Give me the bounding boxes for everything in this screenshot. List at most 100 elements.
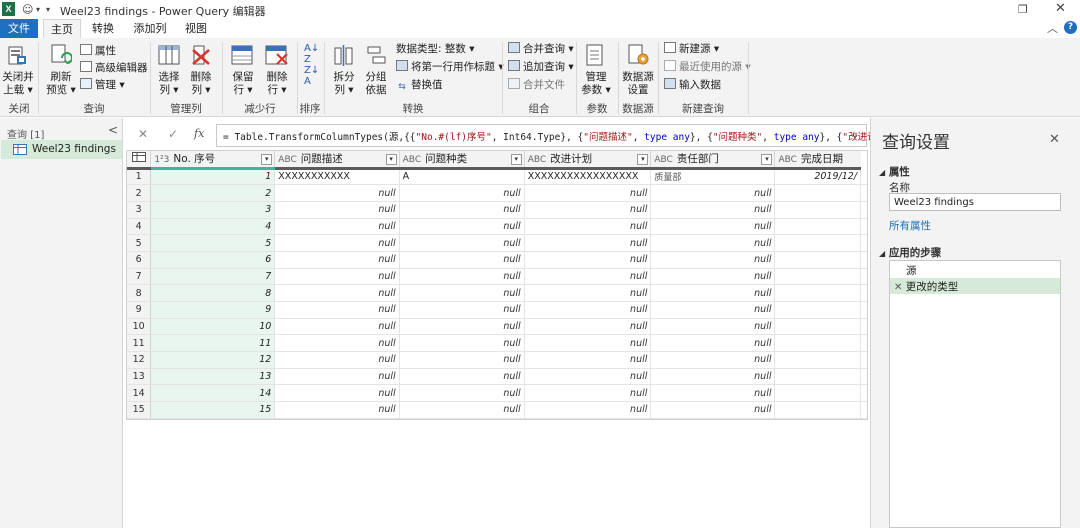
column-header-no[interactable]: 1²3 No. 序号 ▾ <box>150 151 276 170</box>
table-cell[interactable]: null <box>274 368 400 386</box>
query-item[interactable]: Weel23 findings <box>1 140 122 159</box>
table-cell[interactable] <box>774 318 861 336</box>
table-cell[interactable]: 4 <box>150 218 276 236</box>
table-cell[interactable]: null <box>274 218 400 236</box>
expand-formula-icon[interactable]: ⌄ <box>850 127 860 141</box>
table-cell[interactable]: null <box>274 284 400 302</box>
row-number[interactable]: 6 <box>127 251 152 269</box>
table-cell[interactable]: 11 <box>150 334 276 353</box>
cancel-formula-button[interactable]: ✕ <box>138 127 148 141</box>
table-cell[interactable]: null <box>524 218 652 236</box>
table-cell[interactable]: null <box>399 234 525 252</box>
column-header-category[interactable]: ABC 问题种类 ▾ <box>399 151 525 170</box>
table-cell[interactable] <box>774 184 861 202</box>
row-number[interactable]: 2 <box>127 184 152 202</box>
column-filter-dropdown-icon[interactable]: ▾ <box>261 154 273 165</box>
table-cell[interactable]: null <box>274 334 400 353</box>
table-cell[interactable]: null <box>650 234 776 252</box>
tab-file[interactable]: 文件 <box>0 19 38 38</box>
table-cell[interactable]: null <box>650 218 776 236</box>
table-cell[interactable]: null <box>524 301 652 319</box>
table-cell[interactable]: 8 <box>150 284 276 302</box>
column-filter-dropdown-icon[interactable]: ▾ <box>385 154 397 165</box>
table-cell[interactable]: null <box>524 251 652 269</box>
table-cell[interactable]: null <box>650 334 776 353</box>
table-cell[interactable]: null <box>650 284 776 302</box>
table-cell[interactable]: null <box>399 201 525 219</box>
tab-home[interactable]: 主页 <box>43 19 81 38</box>
enter-data-button[interactable]: 输入数据 <box>664 78 721 92</box>
column-header-completion-date[interactable]: ABC 完成日期 <box>774 151 861 170</box>
table-cell[interactable]: 6 <box>150 251 276 269</box>
table-cell[interactable] <box>774 368 861 386</box>
table-cell[interactable]: 12 <box>150 351 276 369</box>
recent-sources-button[interactable]: 最近使用的源 ▾ <box>664 60 751 74</box>
table-cell[interactable]: null <box>274 351 400 369</box>
tab-view[interactable]: 视图 <box>178 19 214 38</box>
table-cell[interactable]: null <box>650 268 776 286</box>
table-cell[interactable]: null <box>274 301 400 319</box>
table-cell[interactable]: null <box>650 251 776 269</box>
table-cell[interactable]: null <box>650 384 776 403</box>
table-cell[interactable]: null <box>650 368 776 386</box>
close-settings-icon[interactable]: ✕ <box>1049 132 1060 147</box>
table-cell[interactable]: null <box>650 301 776 319</box>
close-icon[interactable]: ✕ <box>1055 1 1066 16</box>
all-properties-link[interactable]: 所有属性 <box>889 218 931 233</box>
table-cell[interactable]: null <box>650 201 776 219</box>
table-cell[interactable]: 质量部 <box>650 168 776 186</box>
table-cell[interactable]: 2 <box>150 184 276 202</box>
applied-steps-section-header[interactable]: ◢ 应用的步骤 <box>879 245 941 260</box>
table-cell[interactable]: null <box>524 184 652 202</box>
advanced-editor-button[interactable]: 高级编辑器 <box>80 61 148 75</box>
table-cell[interactable]: null <box>650 401 776 419</box>
row-number[interactable]: 7 <box>127 268 152 286</box>
sort-ascending-icon[interactable]: A↓ Z <box>304 43 319 65</box>
table-cell[interactable]: null <box>524 384 652 403</box>
collapse-ribbon-icon[interactable]: ︿ <box>1047 20 1058 36</box>
merge-queries-button[interactable]: 合并查询 ▾ <box>508 42 574 56</box>
properties-section-header[interactable]: ◢ 属性 <box>879 164 910 179</box>
table-cell[interactable] <box>774 201 861 219</box>
any-type-icon[interactable]: ABC <box>654 155 672 165</box>
confirm-formula-button[interactable]: ✓ <box>168 127 178 141</box>
table-cell[interactable]: null <box>399 401 525 419</box>
table-menu-corner[interactable] <box>127 151 152 170</box>
table-cell[interactable]: null <box>524 334 652 353</box>
table-cell[interactable]: null <box>399 318 525 336</box>
table-cell[interactable] <box>774 334 861 353</box>
table-cell[interactable]: null <box>650 318 776 336</box>
table-cell[interactable]: null <box>399 384 525 403</box>
row-number[interactable]: 13 <box>127 368 152 386</box>
query-name-input[interactable]: Weel23 findings <box>889 193 1061 211</box>
table-cell[interactable]: null <box>399 301 525 319</box>
row-number[interactable]: 8 <box>127 284 152 302</box>
table-cell[interactable] <box>774 234 861 252</box>
row-number[interactable]: 5 <box>127 234 152 252</box>
table-cell[interactable]: null <box>524 318 652 336</box>
table-cell[interactable]: null <box>399 184 525 202</box>
tab-transform[interactable]: 转换 <box>85 19 121 38</box>
table-cell[interactable]: null <box>524 351 652 369</box>
column-header-improvement-plan[interactable]: ABC 改进计划 ▾ <box>524 151 652 170</box>
new-source-button[interactable]: 新建源 ▾ <box>664 42 719 56</box>
row-number[interactable]: 4 <box>127 218 152 236</box>
table-cell[interactable] <box>774 268 861 286</box>
table-cell[interactable]: 13 <box>150 368 276 386</box>
table-cell[interactable]: null <box>274 384 400 403</box>
table-cell[interactable] <box>774 301 861 319</box>
tab-add-column[interactable]: 添加列 <box>128 19 172 38</box>
table-cell[interactable] <box>774 284 861 302</box>
properties-button[interactable]: 属性 <box>80 44 116 58</box>
table-cell[interactable]: 3 <box>150 201 276 219</box>
table-cell[interactable]: XXXXXXXXXXX <box>274 168 400 186</box>
delete-step-icon[interactable]: ✕ <box>894 282 902 293</box>
column-header-department[interactable]: ABC 责任部门 ▾ <box>650 151 776 170</box>
table-cell[interactable]: null <box>399 334 525 353</box>
table-cell[interactable]: null <box>274 234 400 252</box>
step-item-selected[interactable]: ✕ 更改的类型 <box>890 278 1060 294</box>
table-cell[interactable]: 1 <box>150 168 276 186</box>
row-number[interactable]: 3 <box>127 201 152 219</box>
any-type-icon[interactable]: ABC <box>778 155 796 165</box>
row-number[interactable]: 1 <box>127 168 152 186</box>
